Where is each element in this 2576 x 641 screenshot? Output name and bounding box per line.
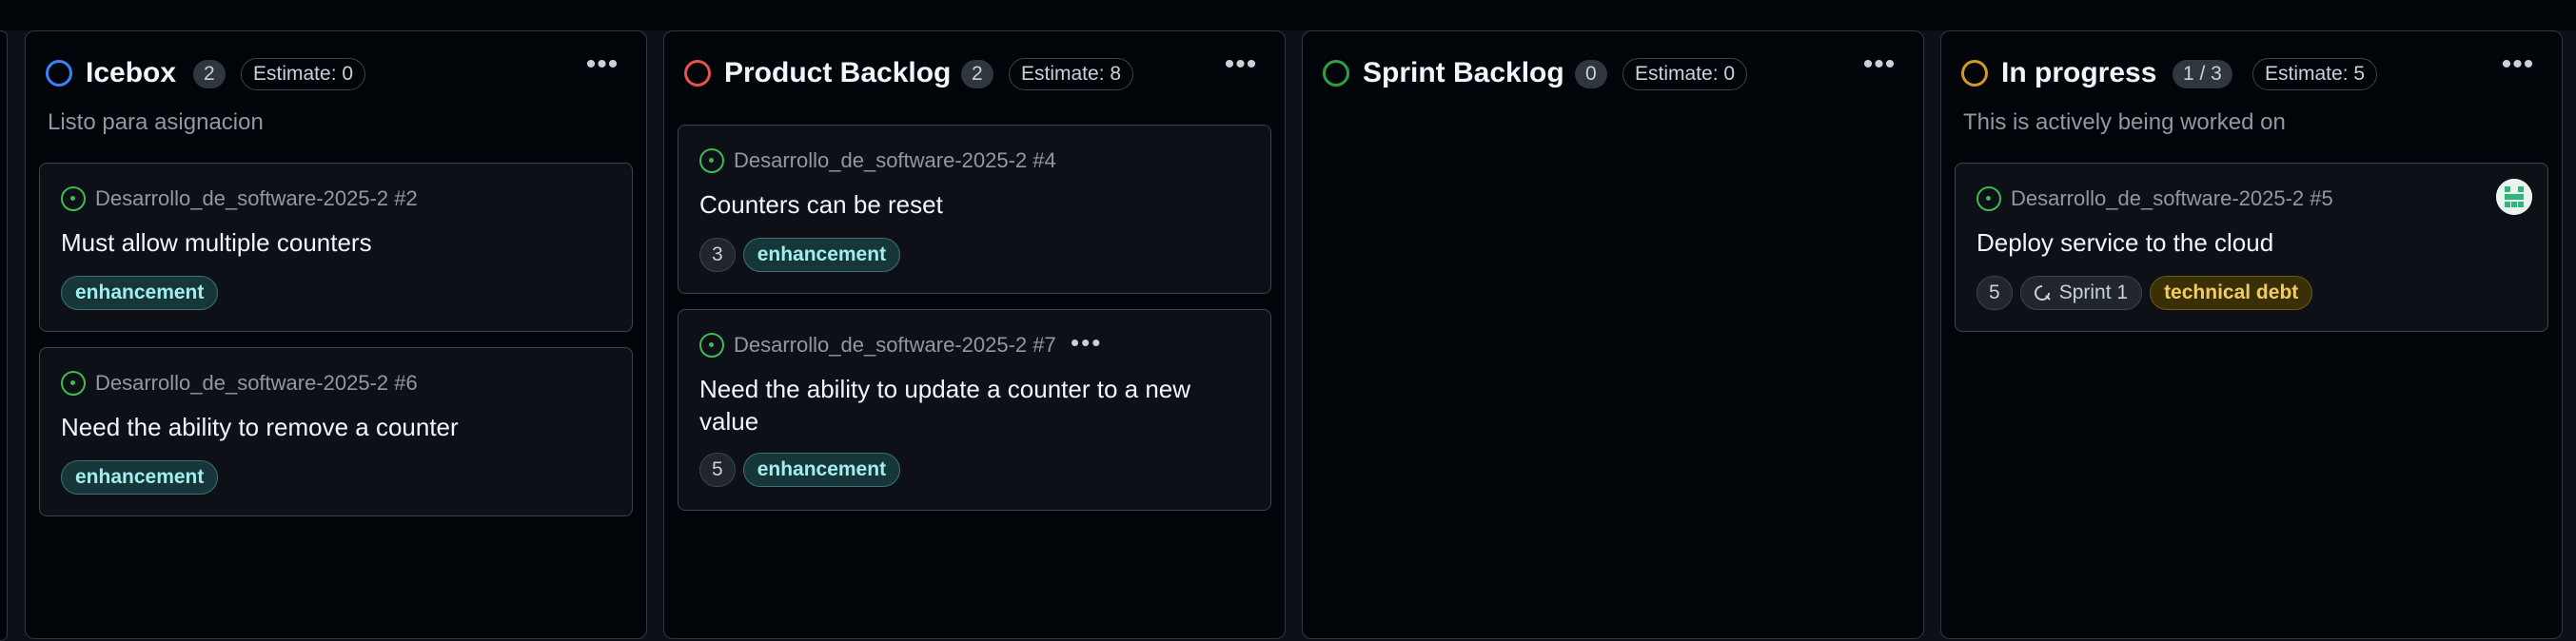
issue-open-icon xyxy=(61,371,86,396)
card-repo-link[interactable]: Desarrollo_de_software-2025-2 #5 xyxy=(2011,186,2333,211)
estimate-badge: 5 xyxy=(1976,276,2013,310)
column-count: 1 / 3 xyxy=(2173,60,2232,88)
column-title: Icebox xyxy=(86,57,177,88)
status-circle-icon xyxy=(1961,60,1988,87)
top-bar xyxy=(0,0,2576,30)
iteration-icon xyxy=(2034,285,2051,301)
column-menu-button[interactable]: ••• xyxy=(1222,50,1260,83)
card-repo-link[interactable]: Desarrollo_de_software-2025-2 #6 xyxy=(95,371,418,396)
label-enhancement[interactable]: enhancement xyxy=(742,238,901,272)
column-description: Listo para asignacion xyxy=(48,109,264,135)
card-repo-link[interactable]: Desarrollo_de_software-2025-2 #4 xyxy=(734,148,1056,173)
column-estimate: Estimate: 8 xyxy=(1009,58,1134,90)
card-tags: enhancement xyxy=(61,460,219,495)
column-title: Product Backlog xyxy=(724,57,952,88)
label-enhancement[interactable]: enhancement xyxy=(61,460,219,495)
user-avatar-icon[interactable] xyxy=(2496,179,2532,215)
column-header: Product Backlog 2 Estimate: 8 ••• xyxy=(664,31,1285,117)
card-menu-button[interactable]: ••• xyxy=(1071,328,1102,358)
card-repo-link[interactable]: Desarrollo_de_software-2025-2 #7 xyxy=(734,333,1056,358)
issue-open-icon xyxy=(699,148,724,173)
card-repo-link[interactable]: Desarrollo_de_software-2025-2 #2 xyxy=(95,186,418,211)
card-tags: enhancement xyxy=(61,276,219,310)
estimate-badge: 5 xyxy=(699,453,736,487)
column-count: 2 xyxy=(961,60,993,88)
card-title[interactable]: Deploy service to the cloud xyxy=(1976,226,2509,259)
estimate-badge: 3 xyxy=(699,238,736,272)
card-tags: 5 enhancement xyxy=(699,453,901,487)
status-circle-icon xyxy=(1323,60,1349,87)
card-tags: 5 Sprint 1 technical debt xyxy=(1976,276,2313,310)
column-header: Sprint Backlog 0 Estimate: 0 ••• xyxy=(1303,31,1923,117)
column-menu-button[interactable]: ••• xyxy=(583,50,621,83)
iteration-badge[interactable]: Sprint 1 xyxy=(2019,276,2143,310)
status-circle-icon xyxy=(46,60,72,87)
column-title: In progress xyxy=(2001,57,2157,88)
issue-card[interactable]: Desarrollo_de_software-2025-2 #6 Need th… xyxy=(39,347,633,516)
column-icebox: Icebox 2 Estimate: 0 ••• Listo para asig… xyxy=(25,30,647,639)
column-title: Sprint Backlog xyxy=(1363,57,1564,88)
column-estimate: Estimate: 0 xyxy=(241,58,366,90)
issue-open-icon xyxy=(699,333,724,358)
issue-card[interactable]: Desarrollo_de_software-2025-2 #2 Must al… xyxy=(39,163,633,332)
column-description: This is actively being worked on xyxy=(1963,109,2286,135)
project-board: Icebox 2 Estimate: 0 ••• Listo para asig… xyxy=(0,30,2576,641)
previous-column-edge xyxy=(0,30,8,641)
column-product-backlog: Product Backlog 2 Estimate: 8 ••• Desarr… xyxy=(663,30,1286,639)
iteration-label: Sprint 1 xyxy=(2058,282,2129,303)
column-count: 2 xyxy=(193,60,226,88)
column-count: 0 xyxy=(1575,60,1607,88)
issue-card[interactable]: Desarrollo_de_software-2025-2 #4 Counter… xyxy=(678,125,1271,294)
column-header: Icebox 2 Estimate: 0 ••• xyxy=(26,31,646,117)
issue-open-icon xyxy=(61,186,86,211)
label-enhancement[interactable]: enhancement xyxy=(742,453,901,487)
card-title[interactable]: Need the ability to remove a counter xyxy=(61,411,594,443)
card-title[interactable]: Must allow multiple counters xyxy=(61,226,594,259)
column-sprint-backlog: Sprint Backlog 0 Estimate: 0 ••• xyxy=(1302,30,1924,639)
issue-card[interactable]: Desarrollo_de_software-2025-2 #7 ••• Nee… xyxy=(678,309,1271,511)
label-enhancement[interactable]: enhancement xyxy=(61,276,219,310)
issue-open-icon xyxy=(1976,186,2001,211)
status-circle-icon xyxy=(684,60,711,87)
column-estimate: Estimate: 5 xyxy=(2252,58,2378,90)
card-tags: 3 enhancement xyxy=(699,238,901,272)
column-estimate: Estimate: 0 xyxy=(1622,58,1748,90)
column-in-progress: In progress 1 / 3 Estimate: 5 ••• This i… xyxy=(1940,30,2563,639)
column-menu-button[interactable]: ••• xyxy=(2499,50,2537,83)
label-technical-debt[interactable]: technical debt xyxy=(2150,276,2313,310)
card-title[interactable]: Counters can be reset xyxy=(699,188,1232,221)
column-menu-button[interactable]: ••• xyxy=(1860,50,1898,83)
issue-card[interactable]: Desarrollo_de_software-2025-2 #5 Deploy … xyxy=(1955,163,2548,332)
card-title[interactable]: Need the ability to update a counter to … xyxy=(699,373,1232,437)
column-header: In progress 1 / 3 Estimate: 5 ••• xyxy=(1941,31,2562,117)
